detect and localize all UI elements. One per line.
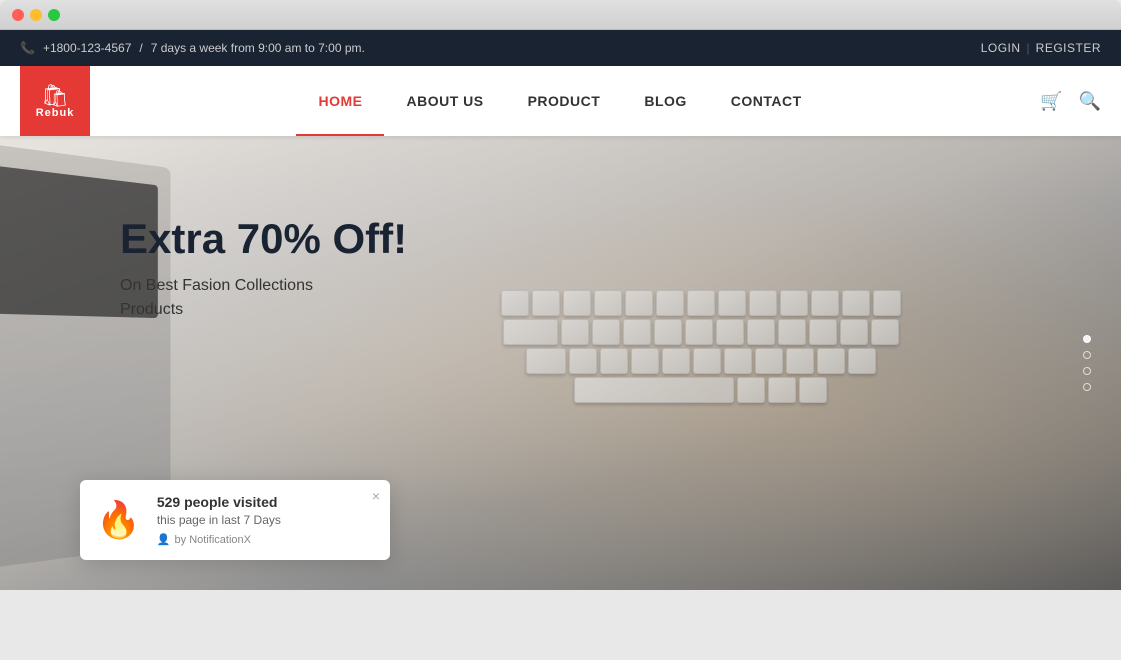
- key: [532, 290, 560, 316]
- business-hours: 7 days a week from 9:00 am to 7:00 pm.: [151, 41, 365, 55]
- key: [687, 290, 715, 316]
- key: [871, 319, 899, 345]
- top-bar-right: LOGIN | REGISTER: [981, 41, 1101, 55]
- key: [786, 348, 814, 374]
- keyboard-decoration: [351, 290, 1051, 590]
- key: [631, 348, 659, 374]
- key: [716, 319, 744, 345]
- logo-bag-icon: 🛍: [41, 83, 69, 109]
- auth-separator: |: [1027, 41, 1030, 55]
- hours-separator: /: [139, 41, 142, 55]
- nav-item-home[interactable]: HOME: [296, 66, 384, 136]
- login-link[interactable]: LOGIN: [981, 41, 1021, 55]
- key: [718, 290, 746, 316]
- browser-chrome: [0, 0, 1121, 30]
- key: [654, 319, 682, 345]
- hero-subtitle-line1: On Best Fasion Collections: [120, 274, 407, 298]
- nav-item-product[interactable]: PRODUCT: [506, 66, 623, 136]
- key: [749, 290, 777, 316]
- nav-item-about[interactable]: ABOUT US: [384, 66, 505, 136]
- slider-dot-4[interactable]: [1083, 383, 1091, 391]
- notification-footer: 👤 by NotificationX: [157, 533, 374, 546]
- key: [799, 377, 827, 403]
- key: [656, 290, 684, 316]
- phone-icon: 📞: [20, 41, 35, 55]
- slider-dot-2[interactable]: [1083, 351, 1091, 359]
- key: [625, 290, 653, 316]
- browser-close-dot[interactable]: [12, 9, 24, 21]
- key: [842, 290, 870, 316]
- cart-icon[interactable]: 🛒: [1040, 91, 1062, 112]
- key: [848, 348, 876, 374]
- logo[interactable]: 🛍 Rebuk: [20, 66, 90, 136]
- key: [737, 377, 765, 403]
- user-icon: 👤: [157, 533, 171, 546]
- register-link[interactable]: REGISTER: [1036, 41, 1101, 55]
- slider-dot-1[interactable]: [1083, 335, 1091, 343]
- phone-number: +1800-123-4567: [43, 41, 131, 55]
- hero-section: Extra 70% Off! On Best Fasion Collection…: [0, 136, 1121, 590]
- key: [685, 319, 713, 345]
- key: [724, 348, 752, 374]
- key: [662, 348, 690, 374]
- key: [768, 377, 796, 403]
- notification-card: 🔥 529 people visited this page in last 7…: [80, 480, 390, 560]
- key: [778, 319, 806, 345]
- fire-icon: 🔥: [96, 499, 141, 541]
- notification-subtitle: this page in last 7 Days: [157, 513, 374, 527]
- key: [811, 290, 839, 316]
- slider-dots: [1083, 335, 1091, 391]
- logo-text: Rebuk: [36, 107, 75, 119]
- key: [600, 348, 628, 374]
- notification-close-button[interactable]: ×: [372, 488, 380, 504]
- hero-content: Extra 70% Off! On Best Fasion Collection…: [120, 216, 407, 322]
- header-icons: 🛒 🔍: [1040, 91, 1101, 112]
- key: [817, 348, 845, 374]
- key: [873, 290, 901, 316]
- key: [747, 319, 775, 345]
- top-bar-left: 📞 +1800-123-4567 / 7 days a week from 9:…: [20, 41, 365, 55]
- key: [755, 348, 783, 374]
- key: [569, 348, 597, 374]
- main-nav: HOME ABOUT US PRODUCT BLOG CONTACT: [20, 66, 1020, 136]
- key: [503, 319, 558, 345]
- key: [501, 290, 529, 316]
- key: [780, 290, 808, 316]
- key: [594, 290, 622, 316]
- key: [561, 319, 589, 345]
- notification-x-label: by NotificationX: [175, 534, 251, 546]
- key: [623, 319, 651, 345]
- top-bar: 📞 +1800-123-4567 / 7 days a week from 9:…: [0, 30, 1121, 66]
- nav-item-blog[interactable]: BLOG: [622, 66, 708, 136]
- notification-content: 529 people visited this page in last 7 D…: [157, 494, 374, 546]
- hero-title: Extra 70% Off!: [120, 216, 407, 262]
- header: 🛍 Rebuk HOME ABOUT US PRODUCT BLOG CONTA…: [0, 66, 1121, 136]
- key: [809, 319, 837, 345]
- key: [526, 348, 566, 374]
- search-icon[interactable]: 🔍: [1079, 91, 1101, 112]
- key: [563, 290, 591, 316]
- key: [693, 348, 721, 374]
- key: [840, 319, 868, 345]
- key: [592, 319, 620, 345]
- hero-subtitle-line2: Products: [120, 298, 407, 322]
- browser-maximize-dot[interactable]: [48, 9, 60, 21]
- nav-item-contact[interactable]: CONTACT: [709, 66, 824, 136]
- notification-title: 529 people visited: [157, 494, 374, 510]
- spacebar-key: [574, 377, 734, 403]
- browser-minimize-dot[interactable]: [30, 9, 42, 21]
- slider-dot-3[interactable]: [1083, 367, 1091, 375]
